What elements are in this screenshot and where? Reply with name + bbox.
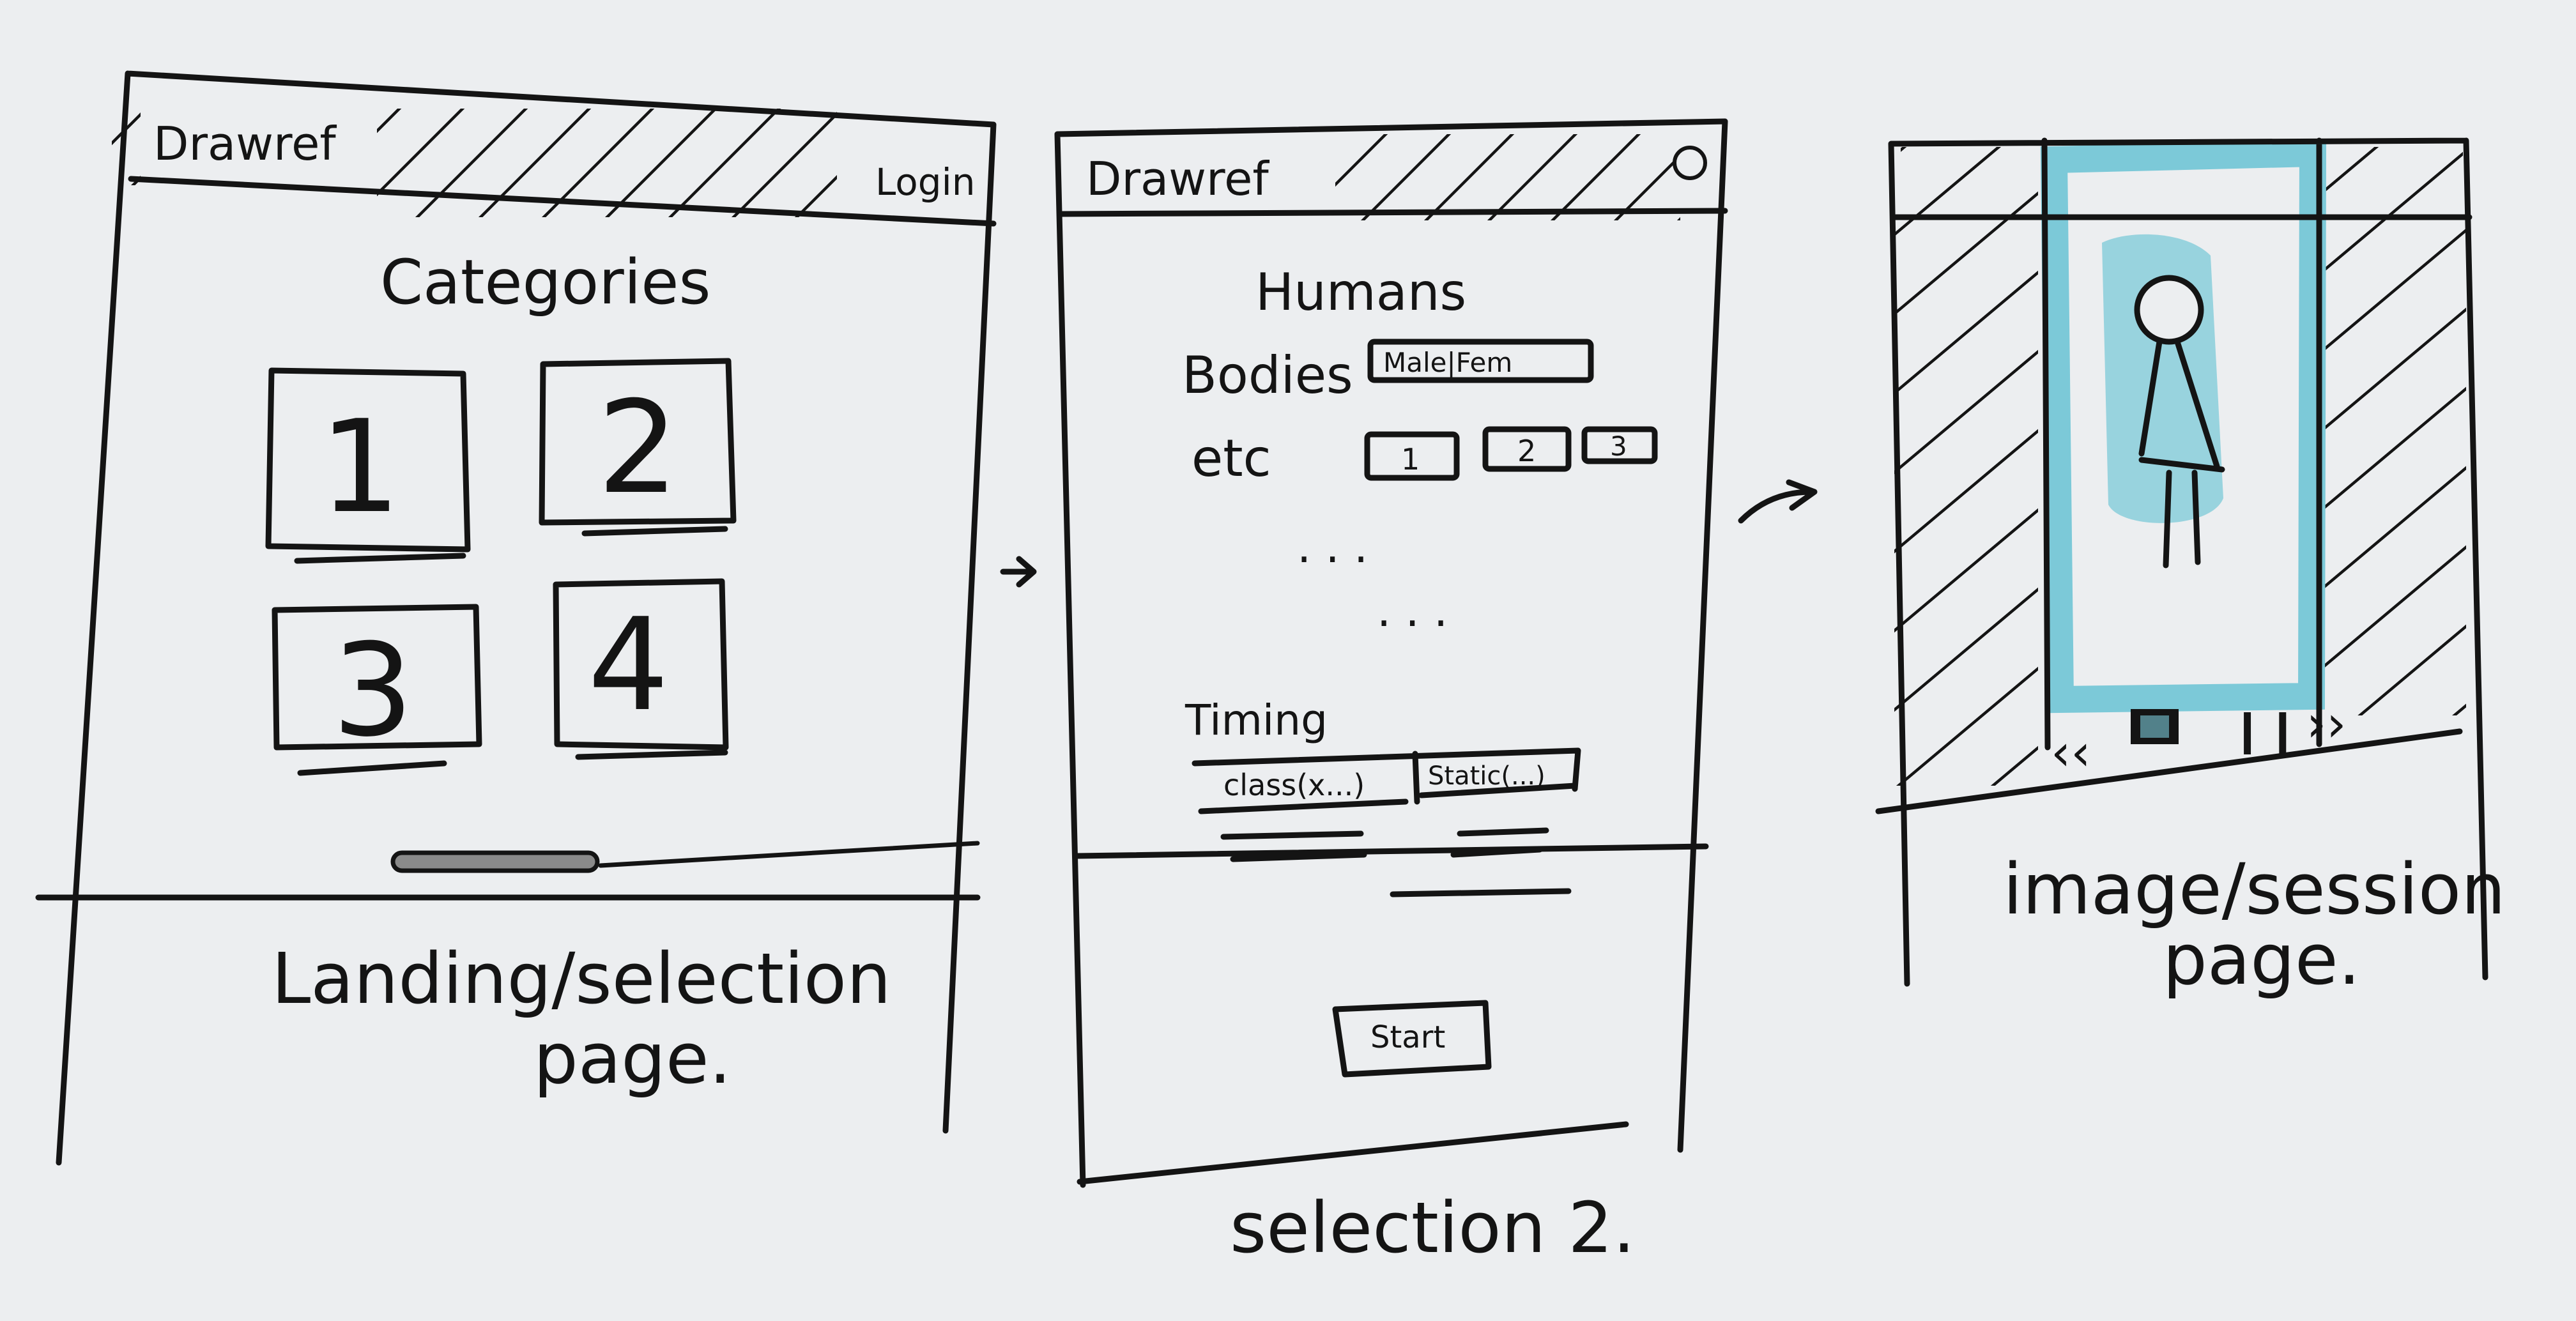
option-chip[interactable]: 3 — [1581, 426, 1658, 464]
header-hatching — [2326, 147, 2463, 214]
tile-number: 2 — [597, 374, 678, 523]
bodies-label: Bodies — [1182, 346, 1353, 405]
category-tile[interactable]: 3 — [272, 604, 482, 776]
timing-details-scribble — [1220, 827, 1572, 897]
more-options-ellipsis: · · · — [1297, 533, 1368, 586]
brand-logo[interactable]: Drawref — [1086, 152, 1269, 206]
header-divider — [1057, 208, 1728, 217]
figure-head-icon — [2134, 275, 2204, 345]
tile-number: 1 — [319, 393, 401, 542]
etc-label: etc — [1192, 429, 1271, 488]
timing-label: Timing — [1184, 696, 1328, 745]
option-chip-label: 2 — [1517, 434, 1536, 468]
session-caption-page: page. — [2163, 919, 2361, 1000]
header-hatching — [1901, 147, 2038, 214]
stop-button[interactable] — [2131, 709, 2179, 744]
header-hatching — [1335, 134, 1680, 220]
pause-button[interactable]: ❙❙ — [2230, 705, 2301, 754]
category-tile[interactable]: 1 — [265, 367, 471, 564]
flow-arrow-icon — [1000, 556, 1037, 588]
more-options-ellipsis: · · · — [1377, 597, 1448, 650]
landing-page-wireframe: Drawref Login Categories 1 2 3 4 Landing… — [35, 70, 997, 1166]
start-button[interactable]: Start — [1332, 1000, 1492, 1078]
bodies-toggle[interactable]: Male|Fem — [1367, 339, 1594, 383]
session-caption: image/session — [2003, 848, 2506, 930]
timing-segmented-control[interactable]: class(x...) Static(...) — [1192, 747, 1581, 814]
selection-header: Drawref — [1057, 134, 1728, 220]
option-chip-label: 3 — [1610, 431, 1627, 462]
side-hatching — [1894, 214, 2038, 786]
bodies-toggle-label: Male|Fem — [1383, 347, 1512, 378]
option-chip[interactable]: 2 — [1482, 426, 1572, 472]
category-heading: Humans — [1255, 263, 1466, 322]
session-page-wireframe: ‹‹ ❙❙ ›› image/session page. — [1875, 137, 2506, 1000]
header-hatching — [112, 96, 141, 185]
category-tile[interactable]: 4 — [553, 578, 729, 760]
selection-caption: selection 2. — [1230, 1187, 1635, 1269]
scroll-line — [598, 841, 980, 868]
timing-option[interactable]: class(x...) — [1223, 768, 1365, 802]
carousel-indicator[interactable] — [390, 850, 600, 873]
tile-number: 3 — [332, 616, 413, 765]
side-hatching — [2322, 214, 2466, 715]
timing-option[interactable]: Static(...) — [1428, 761, 1545, 791]
flow-arrow-icon — [1738, 479, 1818, 524]
login-link[interactable]: Login — [875, 160, 975, 204]
start-button-label: Start — [1370, 1019, 1445, 1055]
wireframe-sketch-sheet: Drawref Login Categories 1 2 3 4 Landing… — [35, 70, 2506, 1269]
previous-button[interactable]: ‹‹ — [2051, 724, 2090, 782]
tile-number: 4 — [588, 591, 669, 740]
profile-icon[interactable] — [1673, 146, 1707, 180]
reference-image — [2040, 139, 2327, 714]
category-tile[interactable]: 2 — [539, 358, 737, 537]
landing-caption: Landing/selection — [272, 938, 891, 1019]
landing-caption-page: page. — [533, 1018, 732, 1099]
option-chip[interactable]: 1 — [1364, 431, 1460, 481]
selection-page-wireframe: Drawref Humans Bodies Male|Fem etc 1 2 3… — [1054, 118, 1728, 1269]
option-chip-label: 1 — [1401, 442, 1420, 477]
brand-logo[interactable]: Drawref — [153, 117, 337, 171]
next-button[interactable]: ›› — [2306, 696, 2346, 753]
categories-heading: Categories — [380, 247, 710, 318]
